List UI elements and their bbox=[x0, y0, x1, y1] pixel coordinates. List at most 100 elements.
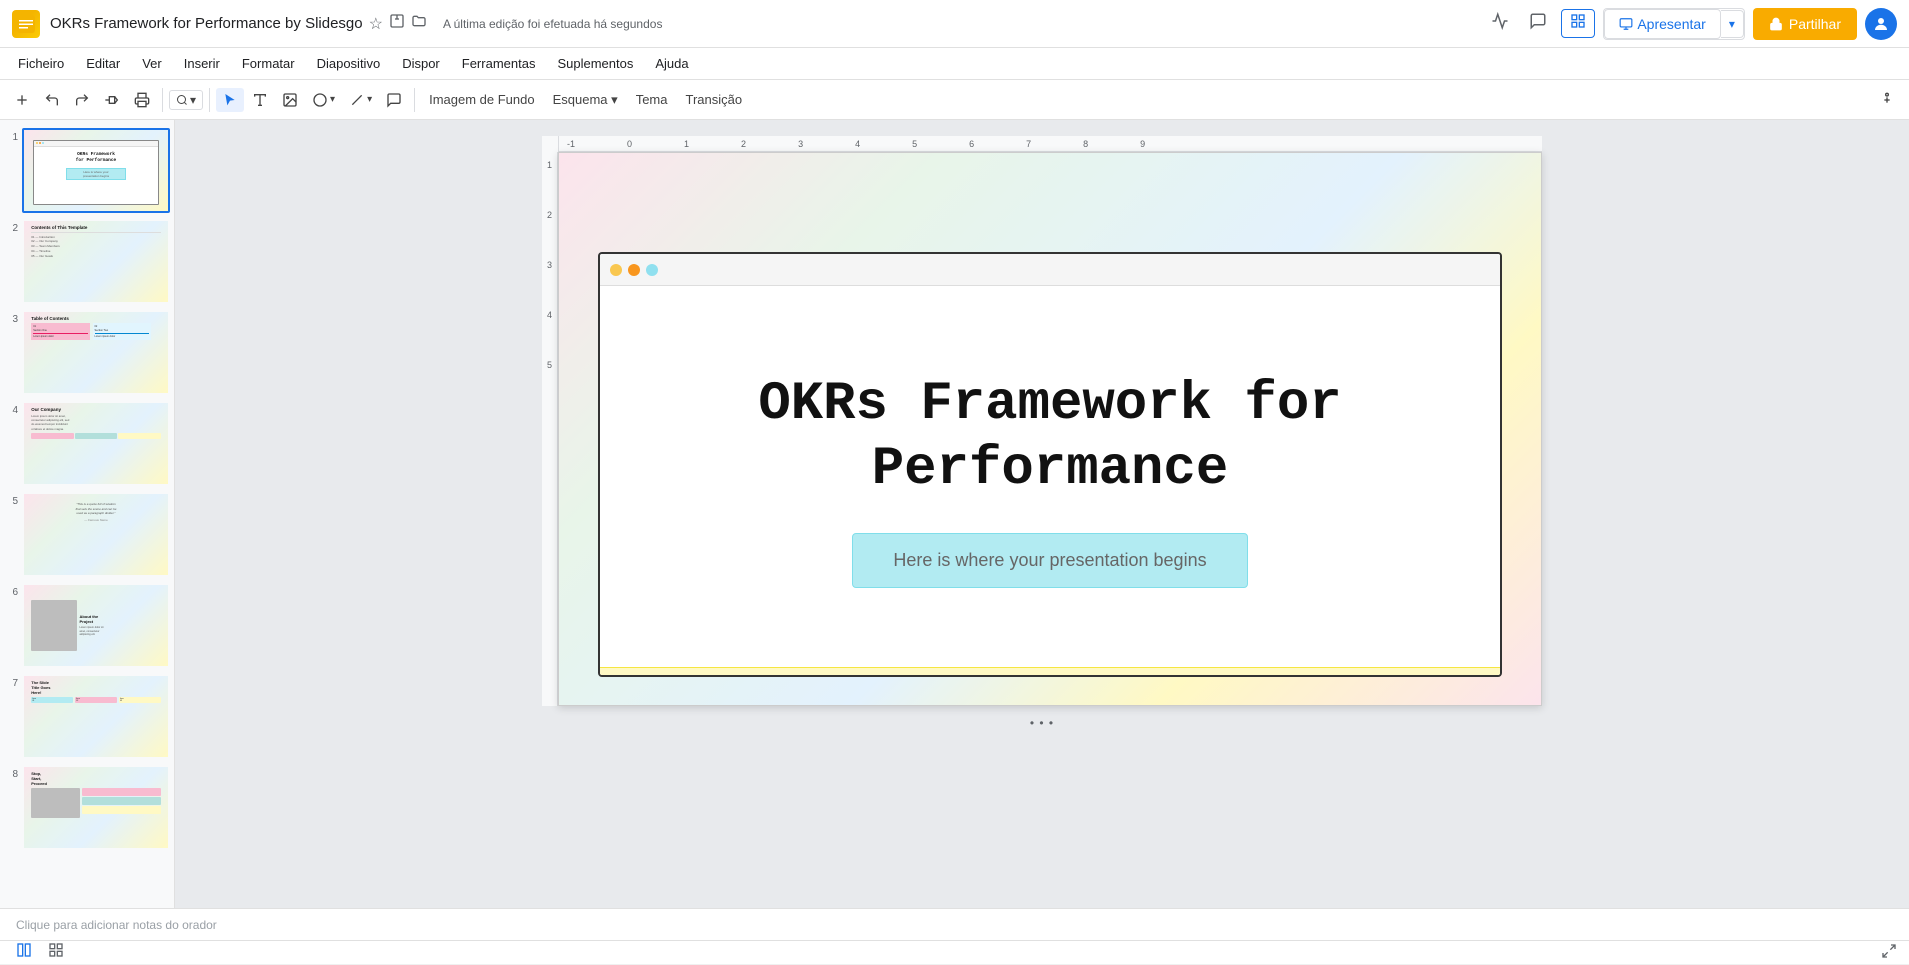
toolbar-divider-1 bbox=[162, 88, 163, 112]
slide-indicator: • • • bbox=[1030, 714, 1054, 732]
menu-diapositivo[interactable]: Diapositivo bbox=[307, 52, 391, 75]
present-dropdown-btn[interactable]: ▾ bbox=[1721, 10, 1744, 38]
slide-canvas-6: About theProject Lorem ipsum dolor sitam… bbox=[24, 585, 168, 666]
main-area: 1 OKRs Frameworkfor Performance Here is bbox=[0, 120, 1909, 908]
menu-suplementos[interactable]: Suplementos bbox=[547, 52, 643, 75]
canvas-area: -1 0 1 2 3 4 5 6 7 8 9 1 2 3 bbox=[175, 120, 1909, 908]
slide-thumb-3[interactable]: 3 Table of Contents 01Section OneLorem i… bbox=[4, 310, 170, 395]
menu-ferramentas[interactable]: Ferramentas bbox=[452, 52, 546, 75]
menu-ajuda[interactable]: Ajuda bbox=[645, 52, 698, 75]
text-tool-btn[interactable] bbox=[246, 88, 274, 112]
browser-dot-yellow bbox=[610, 264, 622, 276]
comment-tool-btn[interactable] bbox=[380, 88, 408, 112]
slide-canvas-main[interactable]: OKRs Framework for Performance Here is w… bbox=[558, 152, 1542, 706]
redo-btn[interactable] bbox=[68, 88, 96, 112]
slide-canvas-8: Stop,Start,Proceed bbox=[24, 767, 168, 848]
comment-icon-btn[interactable] bbox=[1523, 8, 1553, 39]
slide-thumb-7[interactable]: 7 The SlideTitle GoesHere! Item01 Item02… bbox=[4, 674, 170, 759]
share-button[interactable]: Partilhar bbox=[1753, 8, 1857, 40]
menu-ver[interactable]: Ver bbox=[132, 52, 172, 75]
grid-view-btn[interactable] bbox=[12, 940, 36, 965]
toolbar-divider-2 bbox=[209, 88, 210, 112]
line-tool-btn[interactable]: ▾ bbox=[343, 88, 378, 112]
bottom-right-controls bbox=[1881, 943, 1897, 962]
slide-canvas-4: Our Company Lorem ipsum dolor sit amet,c… bbox=[24, 403, 168, 484]
menu-formatar[interactable]: Formatar bbox=[232, 52, 305, 75]
slide-inner-6[interactable]: About theProject Lorem ipsum dolor sitam… bbox=[22, 583, 170, 668]
slide-number-2: 2 bbox=[4, 219, 18, 234]
browser-window: OKRs Framework for Performance Here is w… bbox=[598, 252, 1501, 677]
scheme-btn[interactable]: Esquema ▾ bbox=[545, 88, 626, 112]
toolbar-divider-3 bbox=[414, 88, 415, 112]
slide-thumb-5[interactable]: 5 "This is a quote full of wisdomthat se… bbox=[4, 492, 170, 577]
toolbar: ▾ ▾ ▾ Imagem de Fundo Esquema ▾ Tema Tra… bbox=[0, 80, 1909, 120]
app-logo bbox=[12, 10, 40, 38]
doc-title: OKRs Framework for Performance by Slides… bbox=[50, 15, 363, 32]
list-view-btn[interactable] bbox=[44, 940, 68, 965]
slide-thumb-8[interactable]: 8 Stop,Start,Proceed bbox=[4, 765, 170, 850]
slide-inner-3[interactable]: Table of Contents 01Section OneLorem ips… bbox=[22, 310, 170, 395]
slide-subtitle: Here is where your presentation begins bbox=[893, 550, 1206, 571]
slide-number-4: 4 bbox=[4, 401, 18, 416]
autosave-status: A última edição foi efetuada há segundos bbox=[443, 17, 663, 31]
slide-inner-8[interactable]: Stop,Start,Proceed bbox=[22, 765, 170, 850]
slide-number-5: 5 bbox=[4, 492, 18, 507]
doc-title-area: OKRs Framework for Performance by Slides… bbox=[50, 13, 1475, 34]
paint-format-btn[interactable] bbox=[98, 88, 126, 112]
slide-panel: 1 OKRs Frameworkfor Performance Here is bbox=[0, 120, 175, 908]
transition-btn[interactable]: Transição bbox=[677, 88, 750, 111]
notes-placeholder: Clique para adicionar notas do orador bbox=[16, 918, 217, 932]
slide-number-3: 3 bbox=[4, 310, 18, 325]
theme-btn[interactable]: Tema bbox=[628, 88, 676, 111]
present-button[interactable]: Apresentar bbox=[1604, 9, 1720, 39]
ruler-left: 1 2 3 4 5 bbox=[542, 152, 558, 706]
new-btn[interactable] bbox=[8, 88, 36, 112]
browser-dot-cyan bbox=[646, 264, 658, 276]
star-icon[interactable]: ☆ bbox=[369, 14, 383, 34]
slide-canvas-1: OKRs Frameworkfor Performance Here is wh… bbox=[24, 130, 168, 211]
slide-thumb-4[interactable]: 4 Our Company Lorem ipsum dolor sit amet… bbox=[4, 401, 170, 486]
view-controls bbox=[12, 940, 68, 965]
menu-bar: Ficheiro Editar Ver Inserir Formatar Dia… bbox=[0, 48, 1909, 80]
menu-inserir[interactable]: Inserir bbox=[174, 52, 230, 75]
browser-content: OKRs Framework for Performance Here is w… bbox=[600, 286, 1499, 675]
browser-dot-orange bbox=[628, 264, 640, 276]
bottom-bar bbox=[0, 940, 1909, 964]
slide-inner-1[interactable]: OKRs Frameworkfor Performance Here is wh… bbox=[22, 128, 170, 213]
notes-area[interactable]: Clique para adicionar notas do orador bbox=[0, 908, 1909, 940]
slide-inner-2[interactable]: Contents of This Template 01 — Introduct… bbox=[22, 219, 170, 304]
accessibility-btn[interactable] bbox=[1873, 88, 1901, 112]
ruler-corner bbox=[542, 136, 558, 152]
slide-thumb-2[interactable]: 2 Contents of This Template 01 — Introdu… bbox=[4, 219, 170, 304]
print-btn[interactable] bbox=[128, 88, 156, 112]
background-btn[interactable]: Imagem de Fundo bbox=[421, 88, 543, 111]
slide-thumb-6[interactable]: 6 About theProject Lorem ipsum dolor sit… bbox=[4, 583, 170, 668]
slide-subtitle-box: Here is where your presentation begins bbox=[852, 533, 1247, 588]
slide-number-8: 8 bbox=[4, 765, 18, 780]
slide-number-1: 1 bbox=[4, 128, 18, 143]
menu-ficheiro[interactable]: Ficheiro bbox=[8, 52, 74, 75]
slide-inner-4[interactable]: Our Company Lorem ipsum dolor sit amet,c… bbox=[22, 401, 170, 486]
menu-dispor[interactable]: Dispor bbox=[392, 52, 450, 75]
undo-btn[interactable] bbox=[38, 88, 66, 112]
cursor-tool-btn[interactable] bbox=[216, 88, 244, 112]
image-tool-btn[interactable] bbox=[276, 88, 304, 112]
browser-bottom-strip bbox=[600, 667, 1499, 675]
top-bar: OKRs Framework for Performance by Slides… bbox=[0, 0, 1909, 48]
slide-inner-7[interactable]: The SlideTitle GoesHere! Item01 Item02 I… bbox=[22, 674, 170, 759]
cloud-save-icon[interactable] bbox=[389, 13, 405, 34]
zoom-control[interactable]: ▾ bbox=[169, 90, 203, 110]
analytics-icon-btn[interactable] bbox=[1485, 8, 1515, 39]
user-avatar[interactable] bbox=[1865, 8, 1897, 40]
menu-editar[interactable]: Editar bbox=[76, 52, 130, 75]
folder-icon[interactable] bbox=[411, 13, 427, 34]
slide-thumb-1[interactable]: 1 OKRs Frameworkfor Performance Here is bbox=[4, 128, 170, 213]
slide-number-6: 6 bbox=[4, 583, 18, 598]
slide-title: OKRs Framework for Performance bbox=[620, 373, 1479, 503]
slide-inner-5[interactable]: "This is a quote full of wisdomthat sets… bbox=[22, 492, 170, 577]
slide-canvas-2: Contents of This Template 01 — Introduct… bbox=[24, 221, 168, 302]
view-toggle-btn[interactable] bbox=[1561, 9, 1595, 38]
topbar-actions: Apresentar ▾ Partilhar bbox=[1485, 8, 1897, 40]
fullscreen-btn[interactable] bbox=[1881, 943, 1897, 962]
shape-tool-btn[interactable]: ▾ bbox=[306, 88, 341, 112]
